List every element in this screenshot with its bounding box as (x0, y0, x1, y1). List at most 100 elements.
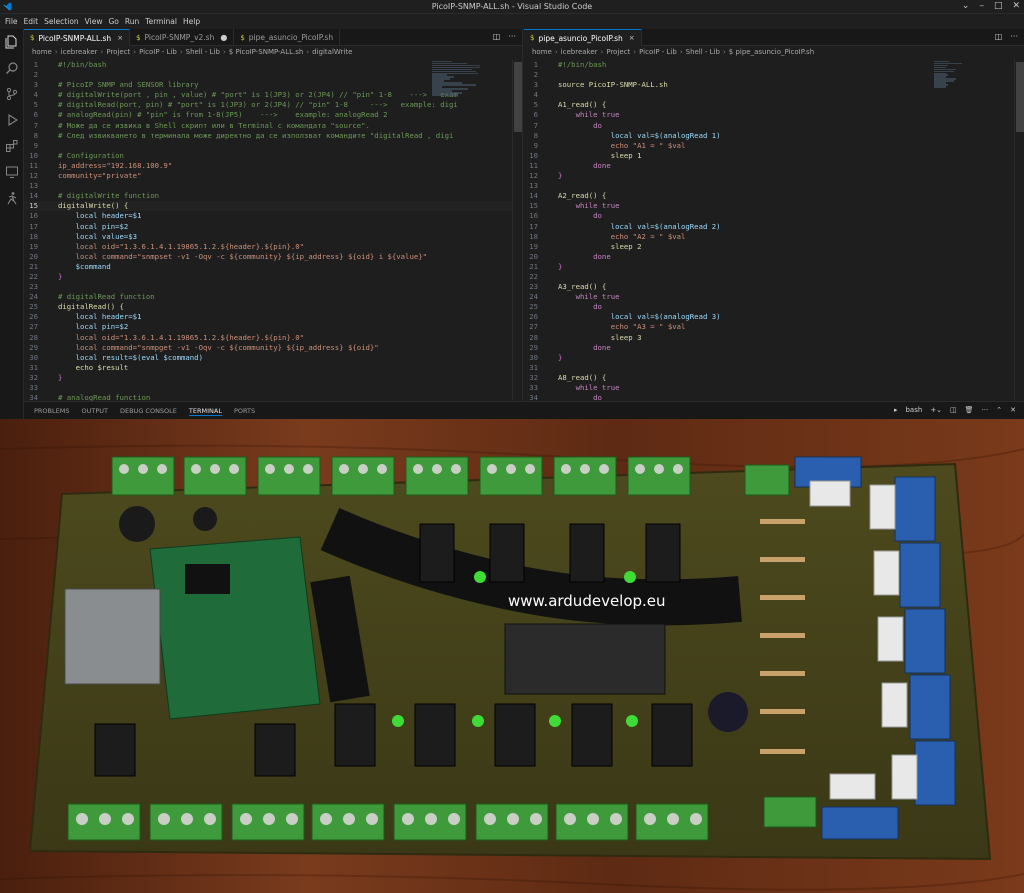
code-line[interactable]: 14 # digitalWrite function (24, 191, 522, 201)
breadcrumb-item[interactable]: Shell - Lib (686, 48, 720, 56)
code-line[interactable]: 32} (24, 373, 522, 383)
code-line[interactable]: 28 local oid="1.3.6.1.4.1.19865.1.2.${he… (24, 333, 522, 343)
minimap-right[interactable] (934, 60, 984, 120)
menu-selection[interactable]: Selection (41, 17, 82, 26)
new-terminal-icon[interactable]: +⌄ (930, 406, 942, 414)
code-line[interactable]: 22 (524, 272, 1024, 282)
code-line[interactable]: 25 do (524, 302, 1024, 312)
code-line[interactable]: 8 local val=$(analogRead 1) (524, 131, 1024, 141)
code-line[interactable]: 25 digitalRead() { (24, 302, 522, 312)
run-debug-icon[interactable] (5, 113, 19, 127)
code-line[interactable]: 15 digitalWrite() { (24, 201, 522, 212)
close-tab-icon[interactable]: × (117, 34, 123, 42)
code-line[interactable]: 23 A3_read() { (524, 282, 1024, 292)
code-line[interactable]: 26 local header=$1 (24, 312, 522, 322)
breadcrumb-item[interactable]: $ PicoIP-SNMP-ALL.sh (229, 48, 304, 56)
code-line[interactable]: 28 sleep 3 (524, 333, 1024, 343)
code-line[interactable]: 30 local result=$(eval $command) (24, 353, 522, 363)
code-line[interactable]: 13 (24, 181, 522, 191)
more-actions-icon[interactable]: ··· (982, 406, 989, 414)
search-icon[interactable] (5, 61, 19, 75)
breadcrumb-item[interactable]: $ pipe_asuncio_PicoIP.sh (729, 48, 814, 56)
panel-tab-terminal[interactable]: TERMINAL (188, 407, 222, 416)
menu-help[interactable]: Help (180, 17, 203, 26)
minimap-left[interactable] (432, 60, 482, 120)
code-line[interactable]: 29 done (524, 343, 1024, 353)
close-icon[interactable]: ✕ (1012, 1, 1020, 11)
code-line[interactable]: 20 done (524, 252, 1024, 262)
code-line[interactable]: 26 local val=$(analogRead 3) (524, 312, 1024, 322)
maximize-panel-icon[interactable]: ⌃ (996, 406, 1002, 414)
breadcrumb-item[interactable]: home (32, 48, 52, 56)
code-line[interactable]: 34 do (524, 393, 1024, 401)
kill-terminal-icon[interactable]: 🗑 (965, 406, 974, 414)
code-line[interactable]: 10 sleep 1 (524, 151, 1024, 161)
code-line[interactable]: 21 $command (24, 262, 522, 272)
split-editor-icon[interactable]: ◫ (493, 32, 501, 41)
code-line[interactable]: 31 (524, 363, 1024, 373)
code-line[interactable]: 14 A2_read() { (524, 191, 1024, 201)
code-line[interactable]: 18 echo "A2 = " $val (524, 232, 1024, 242)
close-tab-icon[interactable]: × (629, 34, 635, 42)
chevron-down-icon[interactable]: ⌄ (962, 1, 970, 11)
split-editor-icon[interactable]: ◫ (995, 32, 1003, 41)
tab-pipe-asuncio-right[interactable]: $ pipe_asuncio_PicoIP.sh × (524, 29, 642, 46)
code-line[interactable]: 23 (24, 282, 522, 292)
scrollbar-left[interactable] (512, 60, 522, 400)
code-line[interactable]: 9 (24, 141, 522, 151)
code-line[interactable]: 24 while true (524, 292, 1024, 302)
breadcrumb-item[interactable]: Shell - Lib (186, 48, 220, 56)
more-actions-icon[interactable]: ··· (1010, 32, 1018, 41)
breadcrumb-item[interactable]: icebreaker (61, 48, 98, 56)
code-line[interactable]: 16 do (524, 211, 1024, 221)
code-line[interactable]: 10 # Configuration (24, 151, 522, 161)
code-line[interactable]: 31 echo $result (24, 363, 522, 373)
code-line[interactable]: 8 # След извикването в терминала може дир… (24, 131, 522, 141)
code-line[interactable]: 17 local val=$(analogRead 2) (524, 222, 1024, 232)
breadcrumb-item[interactable]: digitalWrite (312, 48, 352, 56)
close-panel-icon[interactable]: ✕ (1010, 406, 1016, 414)
code-line[interactable]: 17 local pin=$2 (24, 222, 522, 232)
code-line[interactable]: 12 community="private" (24, 171, 522, 181)
code-line[interactable]: 32 A8_read() { (524, 373, 1024, 383)
code-line[interactable]: 13 (524, 181, 1024, 191)
menu-terminal[interactable]: Terminal (142, 17, 180, 26)
remote-explorer-icon[interactable] (5, 165, 19, 179)
code-line[interactable]: 24 # digitalRead function (24, 292, 522, 302)
scroll-thumb[interactable] (1016, 62, 1024, 132)
breadcrumb-item[interactable]: PicoIP - Lib (639, 48, 677, 56)
source-control-icon[interactable] (5, 87, 19, 101)
code-line[interactable]: 9 echo "A1 = " $val (524, 141, 1024, 151)
split-terminal-icon[interactable]: ◫ (950, 406, 957, 414)
code-line[interactable]: 30} (524, 353, 1024, 363)
code-line[interactable]: 27 local pin=$2 (24, 322, 522, 332)
extensions-icon[interactable] (5, 139, 19, 153)
code-line[interactable]: 19 local oid="1.3.6.1.4.1.19865.1.2.${he… (24, 242, 522, 252)
code-line[interactable]: 7 # Може да се извика в Shell скрипт или … (24, 121, 522, 131)
breadcrumb-item[interactable]: home (532, 48, 552, 56)
code-line[interactable]: 22} (24, 272, 522, 282)
tab-pipe-asuncio-left[interactable]: $ pipe_asuncio_PicoIP.sh (234, 29, 341, 46)
breadcrumb-item[interactable]: PicoIP - Lib (139, 48, 177, 56)
code-line[interactable]: 20 local command="snmpset -v1 -Oqv -c ${… (24, 252, 522, 262)
code-line[interactable]: 7 do (524, 121, 1024, 131)
code-line[interactable]: 19 sleep 2 (524, 242, 1024, 252)
code-line[interactable]: 12} (524, 171, 1024, 181)
panel-tab-output[interactable]: OUTPUT (81, 407, 108, 416)
more-actions-icon[interactable]: ··· (508, 32, 516, 41)
tab-picoip-snmp-v2[interactable]: $ PicoIP-SNMP_v2.sh ● (130, 29, 235, 46)
maximize-icon[interactable]: □ (994, 1, 1003, 11)
code-line[interactable]: 11 done (524, 161, 1024, 171)
code-line[interactable]: 16 local header=$1 (24, 211, 522, 221)
explorer-icon[interactable] (5, 35, 19, 49)
code-line[interactable]: 29 local command="snmpget -v1 -Oqv -c ${… (24, 343, 522, 353)
breadcrumb-item[interactable]: icebreaker (561, 48, 598, 56)
code-line[interactable]: 15 while true (524, 201, 1024, 211)
code-line[interactable]: 18 local value=$3 (24, 232, 522, 242)
panel-tab-ports[interactable]: PORTS (234, 407, 255, 416)
scrollbar-right[interactable] (1014, 60, 1024, 400)
menu-file[interactable]: File (2, 17, 21, 26)
code-line[interactable]: 34 # analogRead function (24, 393, 522, 401)
minimize-icon[interactable]: – (979, 1, 984, 11)
testing-icon[interactable] (5, 191, 19, 205)
